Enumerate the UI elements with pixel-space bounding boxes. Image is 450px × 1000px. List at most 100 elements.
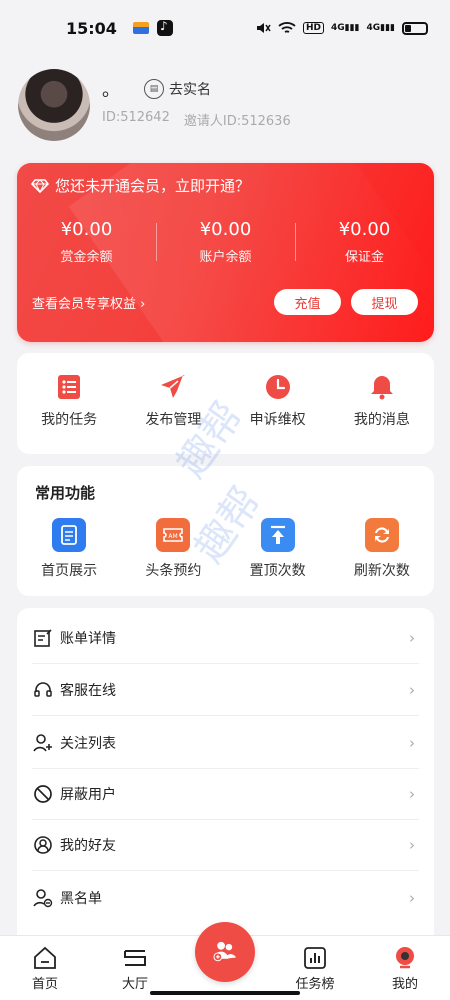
member-benefits-link[interactable]: 查看会员专享权益 ›	[32, 293, 145, 312]
status-right: HD 4G▮▮▮ 4G▮▮▮	[255, 21, 428, 35]
balance-value: ¥0.00	[199, 219, 252, 240]
member-card[interactable]: 您还未开通会员，立即开通？ ¥0.00 赏金余额 ¥0.00 账户余额 ¥0.0…	[17, 163, 434, 342]
signal-1-icon: 4G▮▮▮	[330, 23, 360, 33]
menu-item-bills[interactable]: 账单详情 ›	[32, 613, 419, 664]
menu-item-blacklist[interactable]: 黑名单 ›	[32, 872, 419, 923]
hd-badge: HD	[302, 22, 324, 34]
menu-label: 黑名单	[60, 890, 102, 907]
quick-appeal[interactable]: 申诉维权	[226, 353, 330, 454]
settings-menu: 账单详情 › 客服在线 › 关注列表 › 屏蔽用户 › 我的好友 › 黑名单 ›	[17, 608, 434, 938]
home-indicator	[150, 991, 300, 995]
balance-deposit[interactable]: ¥0.00 保证金	[295, 219, 434, 265]
common-home-display[interactable]: 首页展示	[17, 518, 121, 580]
balances: ¥0.00 赏金余额 ¥0.00 账户余额 ¥0.00 保证金	[17, 219, 434, 265]
wallet-app-icon	[132, 22, 149, 34]
diamond-icon	[30, 178, 50, 193]
quick-messages[interactable]: 我的消息	[330, 353, 434, 454]
inviter-id: 邀请人ID:512636	[183, 113, 291, 129]
hall-icon	[124, 950, 146, 966]
common-headline-booking[interactable]: AM 头条预约	[121, 518, 225, 580]
balance-label: 账户余额	[199, 250, 252, 265]
tab-label: 首页	[31, 977, 58, 992]
common-label: 首页展示	[41, 563, 98, 579]
common-label: 头条预约	[145, 563, 202, 579]
user-add-icon	[32, 732, 54, 754]
paper-plane-icon	[161, 375, 186, 398]
tab-label: 我的	[391, 977, 418, 992]
document-icon	[52, 518, 87, 552]
quick-label: 我的消息	[353, 412, 410, 428]
common-label: 刷新次数	[353, 563, 410, 579]
card-buttons: 充值 提现	[274, 289, 418, 315]
balance-value: ¥0.00	[338, 219, 391, 240]
quick-actions: 我的任务 发布管理 申诉维权 我的消息	[17, 353, 434, 454]
quick-label: 申诉维权	[249, 412, 306, 428]
chevron-right-icon: ›	[409, 629, 415, 647]
menu-label: 客服在线	[60, 683, 116, 699]
menu-label: 我的好友	[60, 838, 116, 854]
refresh-icon	[364, 518, 399, 552]
balance-label: 保证金	[344, 250, 384, 265]
tiktok-app-icon	[156, 19, 173, 36]
chevron-right-icon: ›	[409, 785, 415, 803]
menu-label: 屏蔽用户	[60, 787, 116, 803]
chevron-right-icon: ›	[409, 888, 415, 907]
mute-icon	[256, 23, 271, 33]
quick-publish-manage[interactable]: 发布管理	[121, 353, 225, 454]
block-icon	[32, 783, 54, 805]
battery-icon	[402, 21, 428, 35]
tab-mine[interactable]: 我的	[360, 936, 450, 1000]
common-functions: 常用功能 首页展示 AM 头条预约 置顶次数 刷新次数	[17, 466, 434, 596]
menu-item-support[interactable]: 客服在线 ›	[32, 665, 419, 716]
common-label: 置顶次数	[249, 563, 306, 579]
friend-icon	[32, 834, 54, 856]
nickname: 。	[102, 79, 120, 101]
recharge-button[interactable]: 充值	[274, 289, 341, 315]
balance-value: ¥0.00	[60, 219, 113, 240]
tab-label: 任务榜	[295, 977, 335, 992]
clock-icon	[265, 375, 290, 399]
avatar[interactable]	[18, 69, 90, 141]
tab-home[interactable]: 首页	[0, 936, 90, 1000]
tab-label: 大厅	[121, 977, 148, 992]
profile-info: 。 ▤ 去实名 ID:512642 邀请人ID:512636	[102, 78, 291, 129]
home-icon	[34, 946, 56, 969]
task-list-icon	[58, 375, 81, 399]
menu-label: 账单详情	[60, 631, 116, 647]
user-id: ID:512642	[102, 109, 170, 125]
menu-item-blocked[interactable]: 屏蔽用户 ›	[32, 769, 419, 820]
user-remove-icon	[32, 887, 54, 909]
menu-label: 关注列表	[60, 736, 116, 752]
svg-text:AM: AM	[169, 533, 178, 540]
section-title: 常用功能	[35, 484, 96, 502]
bill-icon	[32, 627, 54, 649]
menu-item-following[interactable]: 关注列表 ›	[32, 718, 419, 769]
pin-top-icon	[260, 518, 295, 552]
menu-item-friends[interactable]: 我的好友 ›	[32, 820, 419, 871]
group-add-icon	[213, 941, 237, 962]
quick-my-tasks[interactable]: 我的任务	[17, 353, 121, 454]
chevron-right-icon: ›	[409, 681, 415, 699]
ticket-icon: AM	[156, 518, 191, 552]
common-pin-count[interactable]: 置顶次数	[226, 518, 330, 580]
status-bar: 15:04 HD 4G▮▮▮ 4G▮▮▮	[0, 0, 450, 56]
withdraw-button[interactable]: 提现	[351, 289, 418, 315]
profile-header: 。 ▤ 去实名 ID:512642 邀请人ID:512636	[18, 68, 432, 142]
center-action-button[interactable]	[195, 922, 255, 982]
chevron-right-icon: ›	[409, 836, 415, 854]
quick-label: 发布管理	[145, 412, 202, 428]
signal-2-icon: 4G▮▮▮	[366, 23, 395, 33]
id-card-icon: ▤	[144, 78, 164, 99]
wifi-icon	[278, 22, 296, 33]
member-title-text: 您还未开通会员，立即开通？	[55, 177, 251, 195]
balance-bounty[interactable]: ¥0.00 赏金余额	[17, 219, 156, 265]
member-title[interactable]: 您还未开通会员，立即开通？	[30, 175, 251, 196]
verify-button[interactable]: ▤ 去实名	[144, 78, 211, 99]
headset-icon	[32, 679, 54, 701]
balance-label: 赏金余额	[60, 250, 113, 265]
bell-icon	[370, 376, 393, 400]
status-time: 15:04	[66, 18, 117, 38]
balance-account[interactable]: ¥0.00 账户余额	[156, 219, 295, 265]
common-refresh-count[interactable]: 刷新次数	[330, 518, 434, 580]
chevron-right-icon: ›	[409, 734, 415, 752]
